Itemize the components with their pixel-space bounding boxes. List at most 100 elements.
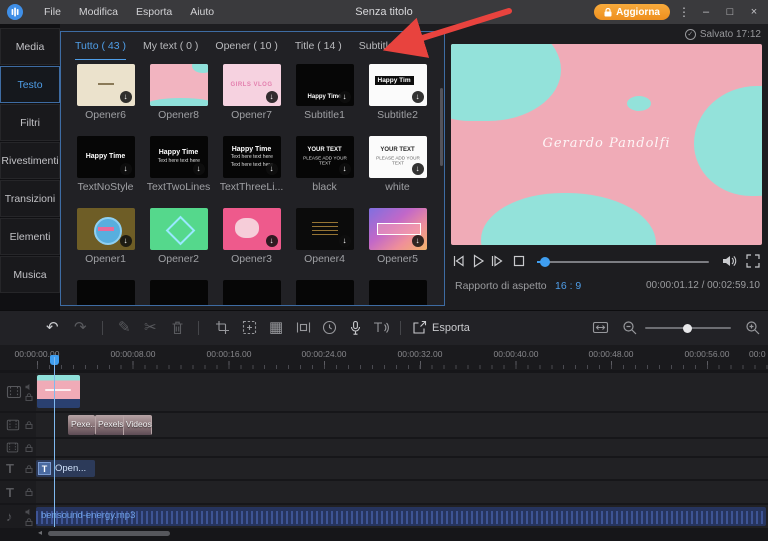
delete-trash-icon[interactable] xyxy=(170,320,185,336)
track-lane[interactable] xyxy=(36,373,768,411)
seek-handle[interactable] xyxy=(540,257,550,267)
template-card-partial[interactable] xyxy=(288,280,361,306)
menu-esporta[interactable]: Esporta xyxy=(127,6,181,18)
title-clip[interactable] xyxy=(37,375,80,408)
template-card[interactable]: ↓ Opener4 xyxy=(288,208,361,265)
export-button[interactable]: Esporta xyxy=(412,320,470,335)
download-icon[interactable]: ↓ xyxy=(266,91,278,103)
template-card[interactable]: Opener2 xyxy=(142,208,215,265)
download-icon[interactable]: ↓ xyxy=(120,91,132,103)
freeze-frame-icon[interactable] xyxy=(296,320,311,335)
track-lane[interactable]: bensound-energy.mp3 xyxy=(36,505,768,528)
template-card-partial[interactable] xyxy=(361,280,434,306)
download-icon[interactable]: ↓ xyxy=(339,91,351,103)
template-thumbnail[interactable]: ↓ xyxy=(296,208,354,250)
panel-scrollbar[interactable] xyxy=(440,60,443,301)
template-thumbnail[interactable]: Happy Time Text here text here Text here… xyxy=(223,136,281,178)
template-thumbnail[interactable]: YOUR TEXT PLEASE ADD YOUR TEXT ↓ xyxy=(369,136,427,178)
sidebar-item-media[interactable]: Media xyxy=(0,28,60,65)
track-lane[interactable]: T Open... xyxy=(36,458,768,479)
menu-modifica[interactable]: Modifica xyxy=(70,6,127,18)
download-icon[interactable]: ↓ xyxy=(412,91,424,103)
template-thumbnail[interactable]: ↓ xyxy=(369,208,427,250)
minimize-button[interactable]: – xyxy=(698,6,714,18)
close-button[interactable]: × xyxy=(746,6,762,18)
tab-title[interactable]: Title ( 14 ) xyxy=(295,40,342,60)
edit-pen-icon[interactable]: ✎ xyxy=(118,320,131,336)
download-icon[interactable]: ↓ xyxy=(266,235,278,247)
upgrade-button[interactable]: Aggiorna xyxy=(594,4,670,20)
scroll-left-icon[interactable]: ◂ xyxy=(38,528,42,537)
zoom-slider-handle[interactable] xyxy=(683,324,692,333)
template-thumbnail[interactable]: Happy Time Text here text here ↓ xyxy=(150,136,208,178)
template-card[interactable]: ↓ Opener3 xyxy=(215,208,288,265)
template-card[interactable]: Happy Time ↓ Subtitle1 xyxy=(288,64,361,121)
stop-button[interactable] xyxy=(511,253,527,269)
play-button[interactable] xyxy=(470,253,486,269)
download-icon[interactable]: ↓ xyxy=(266,163,278,175)
text-clip[interactable]: T Open... xyxy=(36,460,95,477)
template-card[interactable]: Happy Time ↓ TextNoStyle xyxy=(69,136,142,193)
lock-track-icon[interactable] xyxy=(25,465,33,473)
sidebar-item-elementi[interactable]: Elementi xyxy=(0,218,60,255)
download-icon[interactable]: ↓ xyxy=(412,163,424,175)
fullscreen-icon[interactable] xyxy=(745,253,761,269)
speed-clock-icon[interactable] xyxy=(322,320,337,335)
template-card[interactable]: ↓ Opener5 xyxy=(361,208,434,265)
tab-subtitle[interactable]: Subtitle ( 19 ) xyxy=(359,40,421,60)
track-lane[interactable] xyxy=(36,439,768,456)
text-to-speech-icon[interactable] xyxy=(372,320,389,335)
template-thumbnail[interactable]: ↓ xyxy=(223,208,281,250)
lock-track-icon[interactable] xyxy=(25,393,33,401)
download-icon[interactable]: ↓ xyxy=(120,163,132,175)
audio-clip[interactable]: bensound-energy.mp3 xyxy=(36,507,766,526)
preview-video[interactable]: Gerardo Pandolfi xyxy=(451,44,762,245)
template-card-partial[interactable] xyxy=(69,280,142,306)
sidebar-item-testo[interactable]: Testo xyxy=(0,66,60,103)
volume-icon[interactable] xyxy=(721,253,737,269)
fit-timeline-icon[interactable] xyxy=(592,320,609,335)
sidebar-item-transizioni[interactable]: Transizioni xyxy=(0,180,60,217)
template-thumbnail[interactable]: ↓ xyxy=(77,208,135,250)
template-thumbnail[interactable]: Happy Time ↓ xyxy=(296,64,354,106)
download-icon[interactable]: ↓ xyxy=(120,235,132,247)
more-menu-icon[interactable]: ⋮ xyxy=(678,5,690,19)
track-lane[interactable]: Pexe... Pexels Videos 1 xyxy=(36,413,768,437)
mosaic-icon[interactable]: ▦ xyxy=(269,320,283,336)
scrollbar-thumb[interactable] xyxy=(48,531,170,536)
template-thumbnail[interactable]: ↓ xyxy=(77,64,135,106)
step-back-button[interactable] xyxy=(451,253,467,269)
template-card[interactable]: Happy Tim ↓ Subtitle2 xyxy=(361,64,434,121)
tab-my-text[interactable]: My text ( 0 ) xyxy=(143,40,198,60)
template-card[interactable]: Opener8 xyxy=(142,64,215,121)
sidebar-item-rivestimenti[interactable]: Rivestimenti xyxy=(0,142,60,179)
template-card[interactable]: Happy Time Text here text here ↓ TextTwo… xyxy=(142,136,215,193)
timeline-zoom-slider[interactable] xyxy=(645,327,731,329)
undo-icon[interactable]: ↶ xyxy=(46,320,59,336)
template-card[interactable]: YOUR TEXT PLEASE ADD YOUR TEXT ↓ black xyxy=(288,136,361,193)
template-thumbnail[interactable] xyxy=(150,208,208,250)
template-card[interactable]: ↓ Opener1 xyxy=(69,208,142,265)
tab-opener[interactable]: Opener ( 10 ) xyxy=(215,40,277,60)
template-thumbnail[interactable]: Happy Tim ↓ xyxy=(369,64,427,106)
video-clip[interactable]: Pexe... xyxy=(68,415,95,435)
menu-file[interactable]: File xyxy=(35,6,70,18)
zoom-out-icon[interactable] xyxy=(622,320,638,336)
record-voice-mic-icon[interactable] xyxy=(348,320,363,336)
template-thumbnail[interactable]: YOUR TEXT PLEASE ADD YOUR TEXT ↓ xyxy=(296,136,354,178)
template-card[interactable]: GIRLS VLOG ↓ Opener7 xyxy=(215,64,288,121)
aspect-ratio-value[interactable]: 16 : 9 xyxy=(555,280,581,292)
download-icon[interactable]: ↓ xyxy=(339,163,351,175)
template-card[interactable]: Happy Time Text here text here Text here… xyxy=(215,136,288,193)
template-thumbnail[interactable]: Happy Time ↓ xyxy=(77,136,135,178)
zoom-region-icon[interactable] xyxy=(242,320,257,335)
seek-slider[interactable] xyxy=(537,261,709,263)
playhead-line[interactable] xyxy=(54,357,55,527)
timeline-scrollbar[interactable]: ◂ xyxy=(36,531,768,537)
timeline-ruler[interactable]: 00:00:00.00 00:00:08.00 00:00:16.00 00:0… xyxy=(0,345,768,370)
download-icon[interactable]: ↓ xyxy=(193,163,205,175)
lock-track-icon[interactable] xyxy=(25,518,33,526)
mute-speaker-icon[interactable] xyxy=(25,508,33,516)
lock-track-icon[interactable] xyxy=(25,421,33,429)
sidebar-item-musica[interactable]: Musica xyxy=(0,256,60,293)
